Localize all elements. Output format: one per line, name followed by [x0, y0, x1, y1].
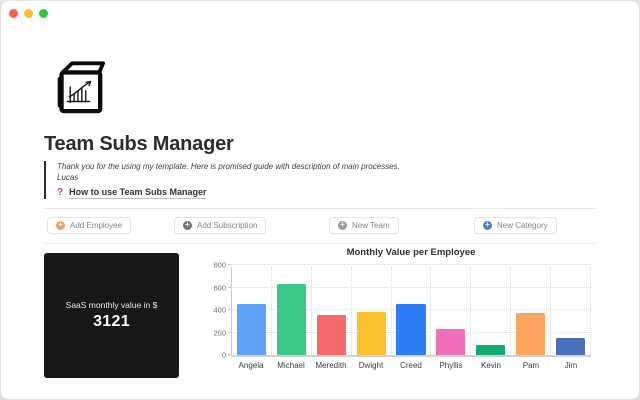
y-axis-tick-label: 200 — [213, 328, 226, 337]
chart-category-slot — [392, 267, 432, 355]
add-subscription-label: Add Subscription — [197, 221, 257, 230]
bar-michael — [277, 284, 306, 355]
close-window-icon[interactable] — [9, 9, 18, 18]
bar-creed — [396, 304, 425, 355]
add-employee-label: Add Employee — [70, 221, 122, 230]
kpi-value: 3121 — [93, 313, 130, 331]
bar-kevin — [476, 345, 505, 355]
plus-circle-icon — [483, 221, 492, 230]
chart-category-slot — [431, 267, 471, 355]
cube-chart-logo-icon — [48, 57, 106, 115]
bar-phyllis — [436, 329, 465, 355]
bar-meredith — [317, 315, 346, 355]
page-title: Team Subs Manager — [44, 133, 234, 156]
new-team-button[interactable]: New Team — [329, 217, 399, 234]
y-axis-tick-label: 0 — [222, 351, 226, 360]
y-axis-tick-label: 400 — [213, 306, 226, 315]
chart-category-slot — [232, 267, 272, 355]
x-axis-label: Michael — [271, 361, 311, 370]
chart-title: Monthly Value per Employee — [231, 247, 591, 258]
x-axis-label: Meredith — [311, 361, 351, 370]
x-axis-label: Angela — [231, 361, 271, 370]
x-axis-label: Jim — [551, 361, 591, 370]
x-axis-label: Kevin — [471, 361, 511, 370]
y-axis-tick-label: 600 — [213, 283, 226, 292]
plus-circle-icon — [56, 221, 65, 230]
y-axis-tick-mark — [228, 264, 232, 265]
chart-category-slot — [352, 267, 392, 355]
welcome-quote-block: Thank you for the using my template. Her… — [44, 161, 600, 199]
bar-jim — [556, 338, 585, 355]
x-axis-label: Creed — [391, 361, 431, 370]
new-category-button[interactable]: New Category — [474, 217, 557, 234]
bar-chart-monthly-value-per-employee: Monthly Value per Employee 0200400600800… — [201, 245, 597, 377]
quote-line-1: Thank you for the using my template. Her… — [57, 161, 600, 172]
divider — [44, 243, 596, 244]
x-axis-label: Dwight — [351, 361, 391, 370]
chart-category-slot — [471, 267, 511, 355]
chart-category-slot — [312, 267, 352, 355]
window-controls — [9, 9, 48, 18]
add-employee-button[interactable]: Add Employee — [47, 217, 131, 234]
chart-x-axis-labels: AngelaMichaelMeredithDwightCreedPhyllisK… — [231, 361, 591, 370]
chart-plot-area: 0200400600800 — [231, 267, 591, 357]
gridline — [232, 264, 591, 265]
bar-pam — [516, 313, 545, 355]
guide-page-link-label: How to use Team Subs Manager — [69, 187, 206, 199]
kpi-label: SaaS monthly value in $ — [66, 300, 158, 310]
bar-dwight — [357, 312, 386, 355]
chart-category-slot — [511, 267, 551, 355]
add-subscription-button[interactable]: Add Subscription — [174, 217, 266, 234]
y-axis-tick-label: 800 — [213, 261, 226, 270]
zoom-window-icon[interactable] — [39, 9, 48, 18]
new-team-label: New Team — [352, 221, 390, 230]
chart-category-slot — [272, 267, 312, 355]
bar-angela — [237, 304, 266, 355]
guide-page-link[interactable]: ? How to use Team Subs Manager — [57, 187, 600, 199]
question-mark-icon: ? — [57, 188, 63, 198]
x-axis-label: Phyllis — [431, 361, 471, 370]
x-axis-label: Pam — [511, 361, 551, 370]
plus-circle-icon — [338, 221, 347, 230]
app-window: Team Subs Manager Thank you for the usin… — [0, 0, 640, 400]
new-category-label: New Category — [497, 221, 548, 230]
kpi-card-saas-monthly-value: SaaS monthly value in $ 3121 — [44, 253, 179, 378]
chart-category-slot — [551, 267, 591, 355]
minimize-window-icon[interactable] — [24, 9, 33, 18]
divider — [44, 208, 596, 209]
plus-circle-icon — [183, 221, 192, 230]
quote-line-2: Lucas — [57, 172, 600, 183]
